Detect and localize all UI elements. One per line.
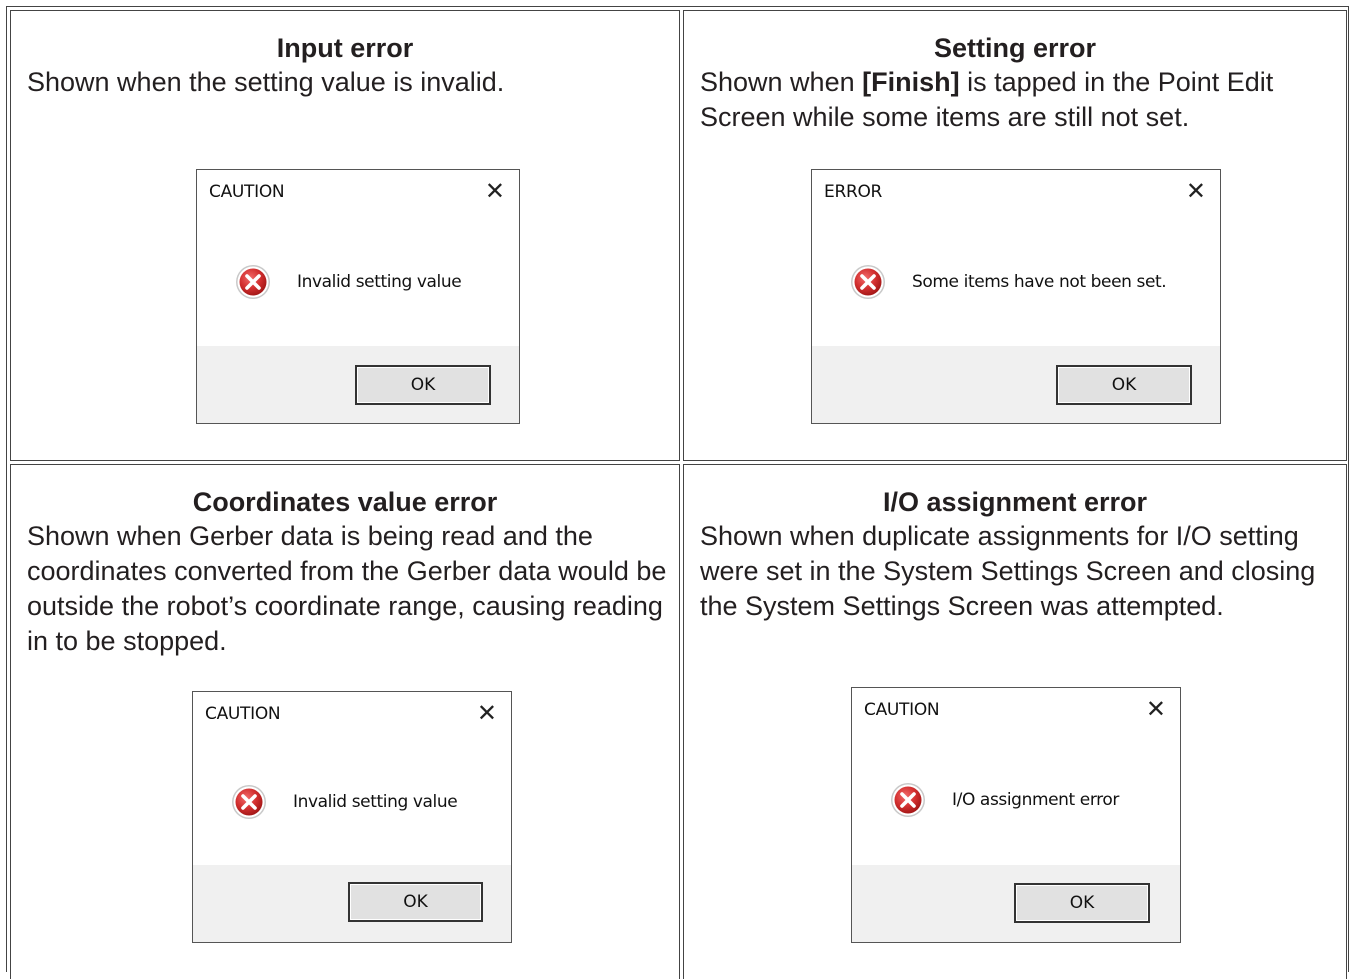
dialog-message: Invalid setting value — [297, 272, 462, 292]
cell-io-assignment-error: I/O assignment error Shown when duplicat… — [683, 464, 1347, 979]
dialog-title: CAUTION — [864, 700, 940, 720]
error-icon — [890, 782, 926, 818]
close-icon[interactable]: ✕ — [1186, 177, 1206, 205]
close-icon[interactable]: ✕ — [1146, 695, 1166, 723]
error-table: Input error Shown when the setting value… — [6, 6, 1349, 979]
ok-button[interactable]: OK — [348, 882, 483, 922]
cell-description: Shown when duplicate assignments for I/O… — [700, 521, 1316, 621]
cell-description: Shown when Gerber data is being read and… — [27, 521, 667, 656]
dialog-title: CAUTION — [205, 704, 281, 724]
cell-setting-error: Setting error Shown when [Finish] is tap… — [683, 10, 1347, 461]
dialog-title: ERROR — [824, 182, 883, 202]
dialog-footer: OK — [852, 865, 1180, 942]
ok-button[interactable]: OK — [355, 365, 491, 405]
description-text: Shown when — [700, 67, 863, 97]
dialog-message: Invalid setting value — [293, 792, 458, 812]
dialog-message: I/O assignment error — [952, 790, 1119, 810]
dialog-message: Some items have not been set. — [912, 272, 1167, 292]
caution-dialog: CAUTION ✕ Invalid setting value OK — [196, 169, 520, 424]
cell-coordinates-value-error: Coordinates value error Shown when Gerbe… — [10, 464, 680, 979]
ok-button[interactable]: OK — [1014, 883, 1150, 923]
close-icon[interactable]: ✕ — [477, 699, 497, 727]
cell-title: Setting error — [933, 33, 1097, 63]
dialog-footer: OK — [193, 865, 511, 942]
close-icon[interactable]: ✕ — [485, 177, 505, 205]
cell-description: Shown when the setting value is invalid. — [27, 67, 505, 97]
cell-title: I/O assignment error — [882, 487, 1148, 517]
cell-description: Shown when [Finish] is tapped in the Poi… — [700, 65, 1338, 135]
caution-dialog: CAUTION ✕ I/O assignment error OK — [851, 687, 1181, 943]
error-dialog: ERROR ✕ Some items have not been set. OK — [811, 169, 1221, 424]
error-icon — [850, 264, 886, 300]
error-icon — [235, 264, 271, 300]
caution-dialog: CAUTION ✕ Invalid setting value OK — [192, 691, 512, 943]
ok-button[interactable]: OK — [1056, 365, 1192, 405]
cell-input-error: Input error Shown when the setting value… — [10, 10, 680, 461]
dialog-footer: OK — [197, 346, 519, 423]
dialog-footer: OK — [812, 346, 1220, 423]
error-icon — [231, 784, 267, 820]
finish-button-reference: [Finish] — [862, 67, 960, 97]
dialog-title: CAUTION — [209, 182, 285, 202]
cell-title: Coordinates value error — [192, 487, 498, 517]
cell-title: Input error — [276, 33, 414, 63]
